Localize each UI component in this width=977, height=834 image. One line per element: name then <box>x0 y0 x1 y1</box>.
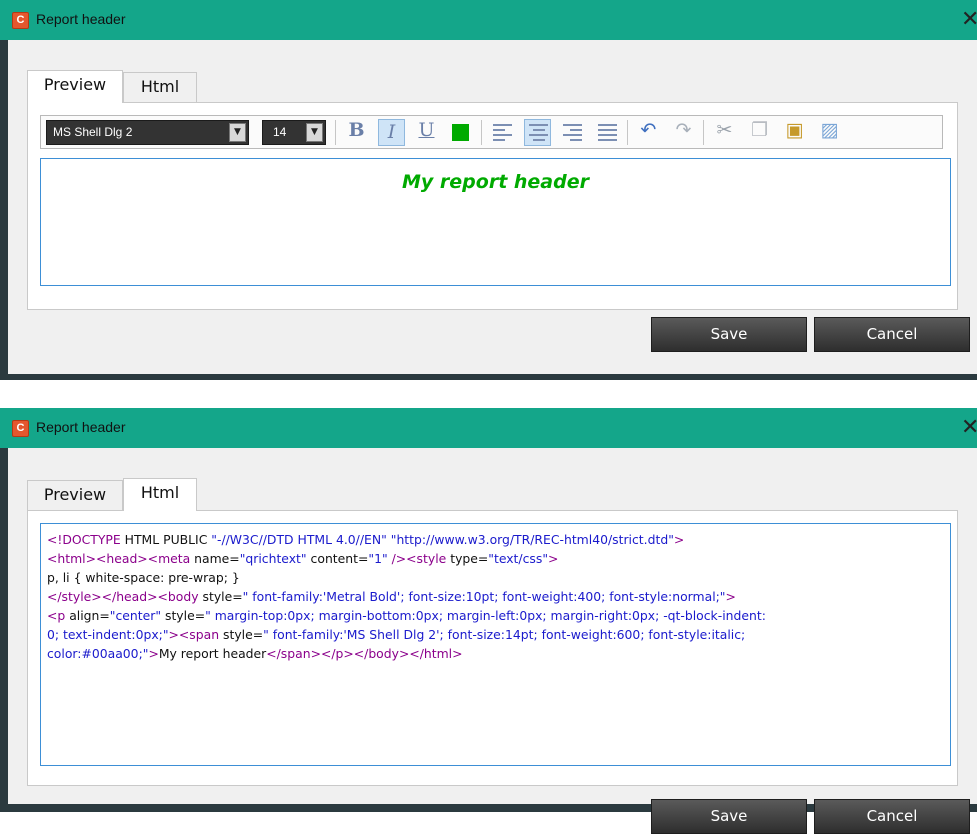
redo-icon[interactable]: ↷ <box>670 119 697 146</box>
html-line-6: 0; text-indent:0px;"><span style=" font-… <box>47 627 746 642</box>
toolbar-separator <box>703 120 704 145</box>
tab-preview[interactable]: Preview <box>27 480 123 510</box>
font-size-value: 14 <box>273 125 287 139</box>
insert-image-icon[interactable]: ▨ <box>816 119 843 146</box>
format-toolbar: MS Shell Dlg 2 ▼ 14 ▼ B I U ↶ ↷ ✂ ❐ ▣ ▨ <box>40 115 943 149</box>
html-line-4: </style></head><body style=" font-family… <box>47 589 736 604</box>
toolbar-separator <box>481 120 482 145</box>
close-icon[interactable]: ✕ <box>961 6 977 34</box>
html-source-editor[interactable]: <!DOCTYPE HTML PUBLIC "-//W3C//DTD HTML … <box>40 523 951 766</box>
tab-html[interactable]: Html <box>123 72 197 102</box>
copy-icon[interactable]: ❐ <box>746 119 773 146</box>
dialog-client-area: Preview Html <!DOCTYPE HTML PUBLIC "-//W… <box>8 448 977 834</box>
toolbar-separator <box>335 120 336 145</box>
close-icon[interactable]: ✕ <box>961 414 977 442</box>
paste-icon[interactable]: ▣ <box>781 119 808 146</box>
report-header-dialog-html: C Report header ✕ Preview Html <!DOCTYPE… <box>0 408 977 834</box>
preview-panel: MS Shell Dlg 2 ▼ 14 ▼ B I U ↶ ↷ ✂ ❐ ▣ ▨ … <box>27 102 958 310</box>
app-icon: C <box>12 12 29 29</box>
chevron-down-icon[interactable]: ▼ <box>306 123 323 142</box>
cancel-button[interactable]: Cancel <box>814 317 970 352</box>
align-center-icon[interactable] <box>524 119 551 146</box>
italic-icon[interactable]: I <box>378 119 405 146</box>
html-line-2: <html><head><meta name="qrichtext" conte… <box>47 551 559 566</box>
html-line-7: color:#00aa00;">My report header</span><… <box>47 646 463 661</box>
align-justify-icon[interactable] <box>594 119 621 146</box>
text-color-swatch <box>452 124 469 141</box>
save-button[interactable]: Save <box>651 799 807 834</box>
app-icon: C <box>12 420 29 437</box>
bold-icon[interactable]: B <box>343 119 370 146</box>
chevron-down-icon[interactable]: ▼ <box>229 123 246 142</box>
text-color-icon[interactable] <box>447 119 474 146</box>
undo-icon[interactable]: ↶ <box>635 119 662 146</box>
html-panel: <!DOCTYPE HTML PUBLIC "-//W3C//DTD HTML … <box>27 510 958 786</box>
align-left-icon[interactable] <box>489 119 516 146</box>
report-header-dialog-preview: C Report header ✕ Preview Html MS Shell … <box>0 0 977 380</box>
font-family-select[interactable]: MS Shell Dlg 2 ▼ <box>46 120 249 145</box>
window-title: Report header <box>36 419 126 435</box>
title-bar[interactable]: C Report header ✕ <box>0 408 977 448</box>
tab-preview[interactable]: Preview <box>27 70 123 103</box>
window-title: Report header <box>36 11 126 27</box>
cancel-button[interactable]: Cancel <box>814 799 970 834</box>
report-header-text: My report header <box>402 171 589 193</box>
font-size-select[interactable]: 14 ▼ <box>262 120 326 145</box>
font-family-value: MS Shell Dlg 2 <box>53 125 133 139</box>
align-right-icon[interactable] <box>559 119 586 146</box>
save-button[interactable]: Save <box>651 317 807 352</box>
html-line-1: <!DOCTYPE HTML PUBLIC "-//W3C//DTD HTML … <box>47 532 685 547</box>
html-line-5: <p align="center" style=" margin-top:0px… <box>47 608 766 623</box>
html-line-3: p, li { white-space: pre-wrap; } <box>47 570 240 585</box>
toolbar-separator <box>627 120 628 145</box>
underline-icon[interactable]: U <box>413 119 440 146</box>
dialog-client-area: Preview Html MS Shell Dlg 2 ▼ 14 ▼ B I U <box>8 40 977 374</box>
tab-html[interactable]: Html <box>123 478 197 511</box>
cut-icon[interactable]: ✂ <box>711 119 738 146</box>
title-bar[interactable]: C Report header ✕ <box>0 0 977 40</box>
rich-text-editor[interactable]: My report header <box>40 158 951 286</box>
